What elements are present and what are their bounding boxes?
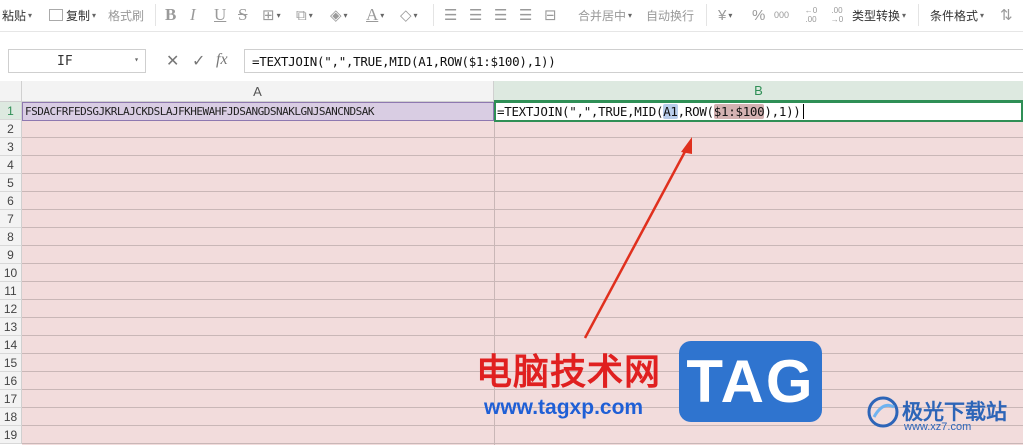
watermark-url: www.tagxp.com [484, 396, 644, 419]
watermark-tag-logo: TAG [679, 341, 822, 422]
watermark-site-name: 电脑技术网 [476, 352, 662, 393]
arrow-shaft [583, 145, 690, 339]
watermark-jg-url: www.xz7.com [904, 421, 972, 433]
arrow-head [681, 137, 692, 154]
spreadsheet-window: 粘贴 ▾ 复制 ▾ 格式刷 B I U S ⊞ ▾ ⧉ ▾ ◈ ▾ A ▾ ◇ ▾ ☰ ☰ ☰… [0, 0, 1023, 445]
aurora-logo-icon [867, 396, 899, 428]
